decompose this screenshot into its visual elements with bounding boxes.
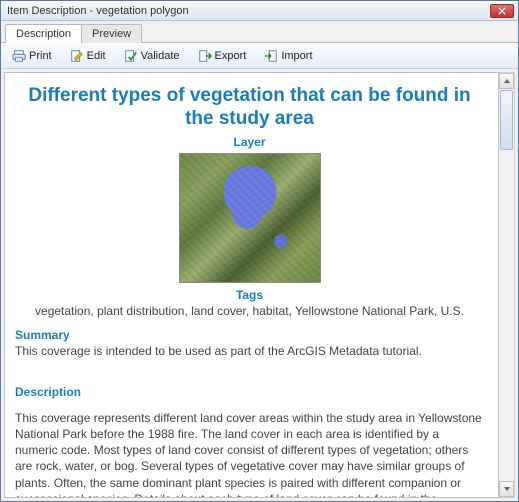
scroll-up-button[interactable] (499, 73, 514, 89)
description-text: This coverage represents different land … (15, 410, 484, 498)
import-icon (264, 49, 278, 63)
scrollbar[interactable] (499, 72, 515, 498)
button-label: Validate (141, 50, 180, 62)
content-pane[interactable]: Different types of vegetation that can b… (4, 72, 499, 498)
chevron-up-icon (503, 77, 511, 85)
spacer (15, 359, 484, 377)
edit-button[interactable]: Edit (63, 46, 113, 66)
print-button[interactable]: Print (5, 46, 59, 66)
close-button[interactable] (490, 4, 514, 18)
map-thumbnail (179, 153, 321, 283)
tab-preview[interactable]: Preview (81, 24, 142, 43)
window-frame: Item Description - vegetation polygon De… (0, 0, 519, 502)
print-icon (12, 49, 26, 63)
button-label: Export (215, 50, 247, 62)
scroll-thumb[interactable] (500, 90, 513, 150)
tab-bar: Description Preview (1, 21, 518, 43)
summary-text: This coverage is intended to be used as … (15, 343, 484, 359)
content-outer: Different types of vegetation that can b… (1, 69, 518, 501)
import-button[interactable]: Import (257, 46, 319, 66)
description-header: Description (15, 385, 484, 399)
toolbar: Print Edit Validate Export Import (1, 43, 518, 69)
window-title: Item Description - vegetation polygon (5, 5, 490, 17)
validate-icon (124, 49, 138, 63)
tab-label: Description (16, 28, 71, 40)
spacer (15, 399, 484, 409)
scroll-down-button[interactable] (499, 481, 514, 497)
button-label: Edit (87, 50, 106, 62)
close-icon (498, 7, 506, 15)
thumbnail-wrap (15, 153, 484, 286)
tags-header: Tags (15, 288, 484, 302)
type-label: Layer (15, 135, 484, 149)
titlebar: Item Description - vegetation polygon (1, 1, 518, 21)
chevron-down-icon (503, 485, 511, 493)
button-label: Print (29, 50, 52, 62)
export-icon (198, 49, 212, 63)
export-button[interactable]: Export (191, 46, 254, 66)
tab-label: Preview (92, 28, 131, 40)
page-title: Different types of vegetation that can b… (15, 85, 484, 131)
summary-header: Summary (15, 328, 484, 342)
button-label: Import (281, 50, 312, 62)
tab-description[interactable]: Description (5, 24, 82, 43)
validate-button[interactable]: Validate (117, 46, 187, 66)
edit-icon (70, 49, 84, 63)
tags-line: vegetation, plant distribution, land cov… (15, 304, 484, 318)
